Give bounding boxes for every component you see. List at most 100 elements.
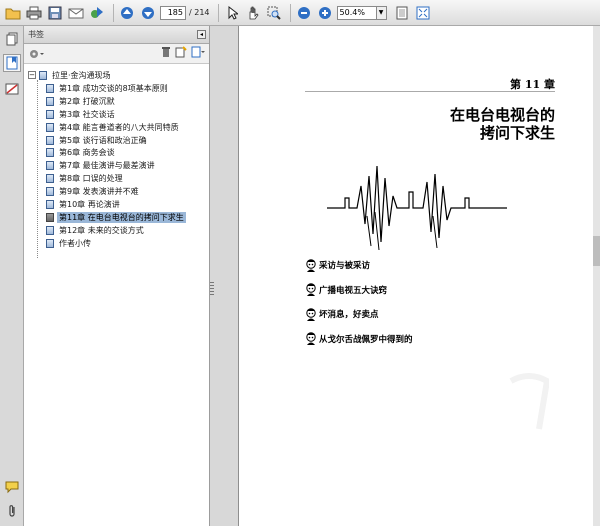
zoom-marquee-icon[interactable] [265, 4, 283, 22]
speaker-face-icon [306, 332, 316, 346]
single-page-icon[interactable] [393, 4, 411, 22]
section-label: 采访与被采访 [319, 261, 371, 272]
bookmarks-panel: 书签 ◂ − 拉里·金沟通现场 第1章 成功交谈的8项基本原则 第2章 打破沉默第… [24, 26, 210, 526]
bookmark-label: 第9章 发表演讲并不难 [59, 187, 139, 197]
bookmark-label: 第6章 商务会谈 [59, 148, 115, 158]
panel-splitter[interactable] [210, 26, 238, 526]
bookmark-item[interactable]: 第10章 再论演讲 [24, 198, 210, 211]
close-icon[interactable]: ◂ [197, 30, 206, 39]
chapter-divider [305, 91, 555, 92]
fit-page-icon[interactable] [414, 4, 432, 22]
comments-icon[interactable] [3, 478, 21, 496]
bookmarks-panel-title: 书签 [28, 30, 44, 39]
options-gear-icon[interactable] [28, 48, 44, 60]
bookmark-label: 第4章 能言善道者的八大共同特质 [59, 122, 179, 132]
bookmark-label: 第3章 社交谈话 [59, 109, 115, 119]
hand-icon[interactable] [244, 4, 262, 22]
bookmark-item[interactable]: 第9章 发表演讲并不难 [24, 185, 210, 198]
collaborate-icon[interactable] [88, 4, 106, 22]
bookmark-icon [46, 225, 54, 235]
bookmark-icon [46, 96, 54, 106]
bookmarks-icon[interactable] [3, 54, 21, 72]
bookmark-icon [46, 238, 54, 248]
section-item: 广播电视五大诀窍 [305, 278, 413, 303]
tree-connector [37, 80, 38, 258]
bookmark-icon [46, 83, 54, 93]
zoom-dropdown-chevron-icon[interactable]: ▼ [376, 5, 387, 20]
previous-page-icon[interactable] [118, 4, 136, 22]
expand-bookmark-icon[interactable] [191, 46, 205, 61]
bookmark-icon [46, 187, 54, 197]
bookmark-icon [46, 122, 54, 132]
email-icon[interactable] [67, 4, 85, 22]
page-number-input[interactable]: 185 [160, 5, 186, 20]
bookmark-label: 第5章 谈行语和政治正确 [59, 135, 147, 145]
chapter-title: 在电台电视台的 拷问下求生 [450, 106, 555, 142]
bookmark-icon [46, 135, 54, 145]
splitter-grip[interactable] [210, 282, 214, 296]
vertical-scrollbar[interactable] [593, 26, 600, 526]
bookmark-item[interactable]: 第4章 能言善道者的八大共同特质 [24, 121, 210, 134]
bookmark-label: 作者小传 [59, 238, 91, 248]
zoom-input[interactable]: 50.4% [336, 5, 377, 20]
bookmark-icon [46, 148, 54, 158]
zoom-in-icon[interactable] [316, 4, 334, 22]
bookmark-item[interactable]: 作者小传 [24, 237, 210, 250]
toolbar: 185 / 214 50.4% ▼ [0, 0, 600, 26]
waveform-illustration [327, 165, 507, 251]
toolbar-separator [217, 3, 219, 22]
bookmark-item[interactable]: 第7章 最佳演讲与最差演讲 [24, 159, 210, 172]
toolbar-separator [289, 3, 291, 22]
bookmark-label: 第12章 未来的交谈方式 [59, 225, 144, 235]
next-page-icon[interactable] [139, 4, 157, 22]
pages-icon[interactable] [3, 30, 21, 48]
new-bookmark-icon[interactable] [175, 46, 187, 61]
faint-decoration [509, 373, 549, 430]
print-icon[interactable] [25, 4, 43, 22]
section-label: 从戈尔舌战佩罗中得到的 [319, 334, 413, 345]
zoom-out-icon[interactable] [295, 4, 313, 22]
bookmark-item[interactable]: 第3章 社交谈话 [24, 108, 210, 121]
bookmark-icon [46, 109, 54, 119]
scrollbar-thumb[interactable] [593, 236, 600, 266]
section-item: 坏消息，好卖点 [305, 302, 413, 327]
bookmark-icon [39, 70, 47, 80]
document-page: 第 11 章 在电台电视台的 拷问下求生 采访与被采访广播电视五大诀窍 坏消息，好… [238, 26, 593, 526]
section-label: 广播电视五大诀窍 [319, 285, 388, 296]
toolbar-separator [113, 3, 114, 22]
signatures-icon[interactable] [3, 80, 21, 98]
section-label: 坏消息，好卖点 [319, 310, 379, 321]
bookmark-label: 第10章 再论演讲 [59, 199, 120, 209]
bookmark-icon [46, 212, 54, 222]
save-icon[interactable] [46, 4, 64, 22]
page-total: / 214 [189, 8, 210, 17]
delete-bookmark-icon[interactable] [161, 46, 171, 61]
bookmark-icon [46, 161, 54, 171]
bookmark-label: 第7章 最佳演讲与最差演讲 [59, 161, 155, 171]
bookmark-label: 第8章 口误的处理 [59, 174, 123, 184]
bookmark-item[interactable]: 第1章 成功交谈的8项基本原则 [24, 82, 210, 95]
bookmark-item[interactable]: 第6章 商务会谈 [24, 146, 210, 159]
bookmarks-panel-header: 书签 ◂ [24, 26, 209, 44]
bookmark-item[interactable]: 第11章 在电台电视台的拷问下求生 [24, 211, 210, 224]
speaker-face-icon [306, 259, 316, 272]
open-folder-icon[interactable] [4, 4, 22, 22]
bookmark-tree: − 拉里·金沟通现场 第1章 成功交谈的8项基本原则 第2章 打破沉默 第3章 社交… [24, 66, 210, 250]
section-list: 采访与被采访广播电视五大诀窍 坏消息，好卖点从戈尔舌战佩罗中得到的 [305, 253, 413, 351]
chapter-title-line: 拷问下求生 [479, 124, 555, 142]
bookmark-label: 第1章 成功交谈的8项基本原则 [59, 83, 168, 93]
collapse-icon[interactable]: − [28, 71, 36, 79]
bookmark-label: 第2章 打破沉默 [59, 96, 115, 106]
document-view: 第 11 章 在电台电视台的 拷问下求生 采访与被采访广播电视五大诀窍 坏消息，好… [238, 26, 600, 526]
attachments-icon[interactable] [3, 502, 21, 520]
bookmark-root[interactable]: − 拉里·金沟通现场 [24, 68, 210, 82]
speaker-face-icon [306, 283, 316, 297]
chapter-number: 第 11 章 [510, 78, 555, 91]
bookmark-item[interactable]: 第8章 口误的处理 [24, 172, 210, 185]
bookmark-item[interactable]: 第12章 未来的交谈方式 [24, 224, 210, 237]
bookmark-item[interactable]: 第2章 打破沉默 [24, 95, 210, 108]
bookmark-item[interactable]: 第5章 谈行语和政治正确 [24, 134, 210, 147]
section-item: 采访与被采访 [305, 253, 413, 278]
chapter-title-line: 在电台电视台的 [449, 106, 555, 124]
select-text-icon[interactable] [223, 4, 241, 22]
